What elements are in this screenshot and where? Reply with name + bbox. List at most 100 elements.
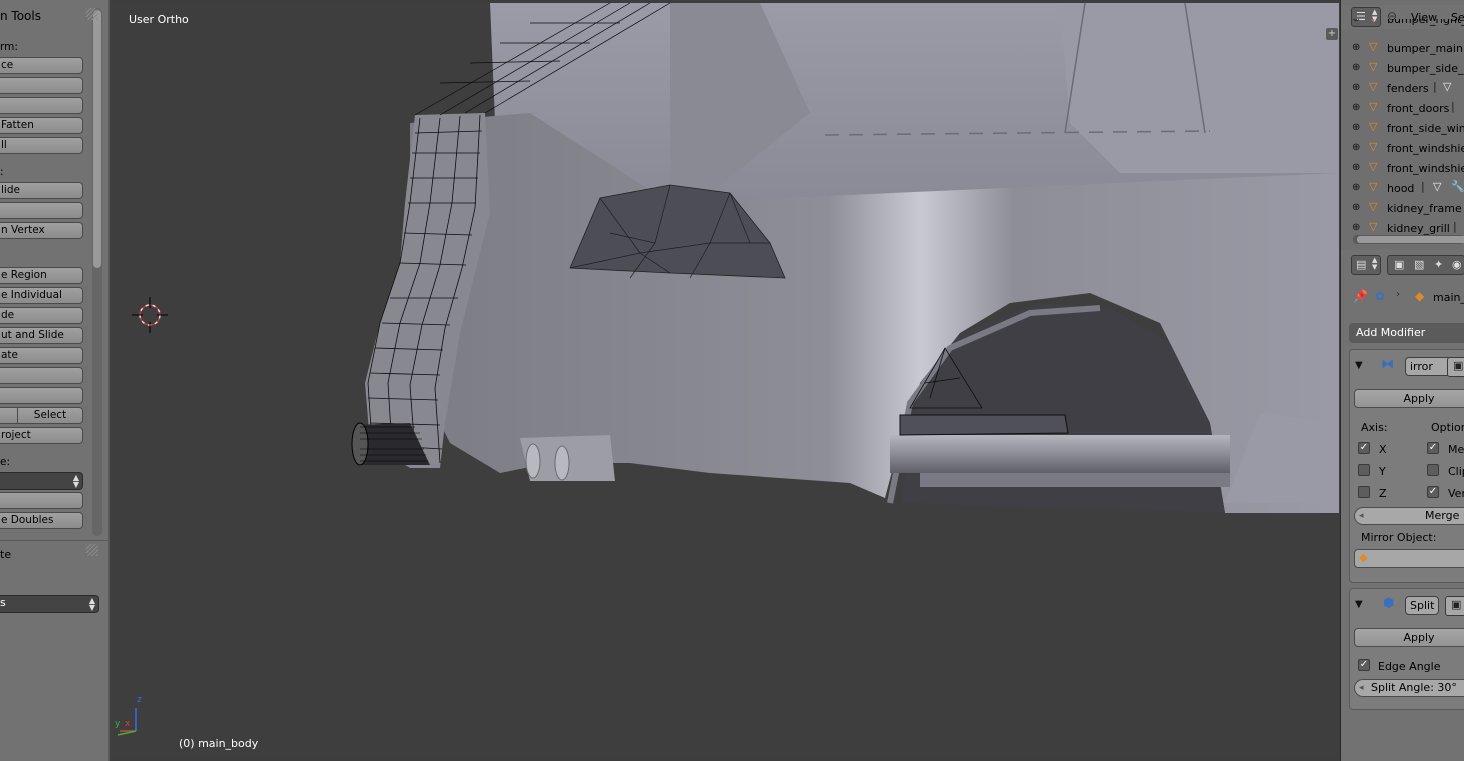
chevron-left-icon[interactable]: ◂ [1359, 508, 1364, 524]
expand-icon[interactable]: ⊕ [1352, 122, 1360, 133]
mesh-object-icon: ▽ [1369, 140, 1378, 153]
add-modifier-menu[interactable]: Add Modifier [1349, 323, 1464, 343]
camera-icon[interactable]: ▣ [1394, 258, 1404, 271]
tool-button[interactable]: ce [0, 57, 83, 74]
outliner-item[interactable]: ⊕ ▽ bumper_main [1341, 39, 1464, 59]
world-icon[interactable]: ◉ [1452, 258, 1462, 271]
expand-icon[interactable]: ⊕ [1352, 142, 1360, 153]
tool-button[interactable] [0, 97, 83, 114]
exhaust-pipe-long [890, 435, 1230, 473]
tool-button[interactable] [0, 77, 83, 94]
expand-icon[interactable]: ⊕ [1352, 182, 1360, 193]
expand-icon[interactable]: ⊕ [1352, 62, 1360, 73]
axis-z-checkbox[interactable] [1358, 486, 1370, 498]
region-grip-icon[interactable] [86, 544, 98, 556]
chevron-right-icon: › [1396, 289, 1400, 300]
tool-button[interactable] [0, 387, 83, 404]
knife-select-button[interactable]: Select [18, 407, 83, 424]
camera-icon: ▣ [1451, 598, 1462, 611]
exhaust-tips-twin [520, 435, 615, 481]
chevron-left-icon[interactable]: ◂ [1359, 680, 1364, 696]
scene-icon[interactable]: ✦ [1434, 258, 1443, 271]
expand-icon[interactable]: ⊕ [1352, 19, 1360, 24]
context-tabs[interactable]: ▣ ▧ ✦ ◉ [1387, 255, 1464, 275]
expand-icon[interactable]: ⊕ [1352, 42, 1360, 53]
expand-icon[interactable]: ⊕ [1352, 102, 1360, 113]
mesh-object-icon: ▽ [1369, 19, 1377, 24]
outliner-item[interactable]: ⊕ ▽ hood | ▽ 🔧 [1341, 179, 1464, 199]
split-angle-field[interactable]: ◂ Split Angle: 30° [1354, 679, 1464, 697]
tool-button[interactable] [0, 202, 83, 219]
editor-type-button[interactable]: ▤ ▲ ▼ [1351, 255, 1381, 275]
tool-shelf-scrollbar[interactable] [92, 8, 102, 536]
tool-button-loop-cut-slide[interactable]: ut and Slide [0, 327, 83, 344]
outliner-item[interactable]: ⊕ ▽ front_doors | [1341, 99, 1464, 119]
axis-x-checkbox[interactable]: ✓ [1358, 442, 1370, 454]
delete-dropdown[interactable]: ▲ ▼ [0, 472, 83, 490]
outliner-scrollbar[interactable] [1353, 235, 1464, 244]
split-modifier-name-field[interactable]: Split [1405, 596, 1439, 615]
axis-x-label: x [125, 719, 131, 729]
tool-button-knife[interactable] [0, 407, 18, 424]
tool-button-inset[interactable]: de [0, 307, 83, 324]
render-layers-icon[interactable]: ▧ [1414, 258, 1424, 271]
render-toggle[interactable]: ▣ [1445, 596, 1464, 616]
modifier-name: irror [1410, 360, 1433, 373]
expand-icon[interactable]: ⊕ [1352, 202, 1360, 213]
split-apply-button[interactable]: Apply [1354, 628, 1464, 647]
tool-button-knife-project[interactable]: roject [0, 427, 83, 444]
expand-icon[interactable]: ⊕ [1352, 82, 1360, 93]
3d-viewport[interactable]: User Ortho (0) main_body y x z + [110, 3, 1339, 758]
vertex-groups-checkbox[interactable]: ✓ [1427, 486, 1439, 498]
region-grip-icon[interactable] [86, 8, 98, 20]
merge-limit-field[interactable]: ◂ Merge L [1354, 507, 1464, 525]
tool-button-slide[interactable]: lide [0, 182, 83, 199]
tool-button[interactable] [0, 367, 83, 384]
merge-label: Mer [1448, 443, 1464, 456]
expand-icon[interactable]: ⊕ [1352, 222, 1360, 233]
collapse-triangle-icon[interactable]: ▼ [1355, 360, 1363, 371]
axis-y-checkbox[interactable] [1358, 464, 1370, 476]
operator-dropdown[interactable]: s ▲ ▼ [0, 595, 99, 613]
edge-angle-checkbox[interactable]: ✓ [1358, 659, 1370, 671]
edge-split-modifier-icon: ⬢ [1383, 596, 1395, 611]
outliner-item[interactable]: ⊕ ▽ kidney_frame [1341, 199, 1464, 219]
mirror-object-field[interactable]: ◆ [1354, 549, 1464, 568]
clipping-checkbox[interactable] [1427, 464, 1439, 476]
outliner-item[interactable]: ⊕ ▽ fenders | ▽ [1341, 79, 1464, 99]
outliner-item[interactable]: ⊕ ▽ bumper_side_kl [1341, 59, 1464, 79]
tool-button[interactable]: ll [0, 137, 83, 154]
outliner-item[interactable]: ⊕ ▽ front_windshield [1341, 159, 1464, 179]
vertex-group-icon[interactable]: ▽ [1433, 180, 1441, 193]
properties-editor: ▤ ▲ ▼ ▣ ▧ ✦ ◉ 📌 ✿ › ◆ main_ Add Modifier … [1341, 251, 1464, 761]
merge-checkbox[interactable]: ✓ [1427, 442, 1439, 454]
tool-button-extrude-individual[interactable]: e Individual [0, 287, 83, 304]
right-panel: ☰ ▲▼ ⊖ View Sea ⊕ ▽ bumper_right_fr ⊕▽ b… [1340, 0, 1464, 761]
tool-button-extrude-region[interactable]: e Region [0, 267, 83, 284]
outliner-item[interactable]: ⊕ ▽ front_windshield [1341, 139, 1464, 159]
expand-plus-icon[interactable]: + [1326, 28, 1338, 40]
outliner-item[interactable]: ⊕ ▽ bumper_right_fr [1341, 19, 1464, 31]
vertex-group-icon[interactable]: ▽ [1443, 80, 1451, 93]
tool-shelf-title: n Tools [0, 9, 41, 23]
wrench-icon[interactable]: 🔧 [1451, 180, 1464, 193]
mirror-apply-button[interactable]: Apply [1354, 389, 1464, 408]
render-toggle[interactable]: ▣ [1447, 357, 1464, 377]
scene-breadcrumb-icon[interactable]: ✿ [1375, 289, 1385, 303]
scrollbar-thumb[interactable] [1357, 236, 1464, 243]
outliner-item[interactable]: ⊕ ▽ front_side_wind [1341, 119, 1464, 139]
tool-button-vertex[interactable]: n Vertex [0, 222, 83, 239]
pin-icon[interactable]: 📌 [1353, 289, 1368, 303]
tool-button-duplicate[interactable]: ate [0, 347, 83, 364]
tool-button[interactable] [0, 492, 83, 509]
expand-icon[interactable]: ⊕ [1352, 162, 1360, 173]
item-name: front_windshield [1387, 162, 1464, 175]
collapse-triangle-icon[interactable]: ▼ [1355, 599, 1363, 610]
modifier-name: Split [1410, 599, 1435, 612]
separator: | [1421, 180, 1425, 193]
outliner: ☰ ▲▼ ⊖ View Sea ⊕ ▽ bumper_right_fr ⊕▽ b… [1341, 0, 1464, 250]
remove-doubles-button[interactable]: e Doubles [0, 512, 83, 529]
scrollbar-thumb[interactable] [93, 10, 101, 268]
updown-arrow-icon: ▲ ▼ [88, 596, 95, 612]
tool-button-shrink-fatten[interactable]: Fatten [0, 117, 83, 134]
